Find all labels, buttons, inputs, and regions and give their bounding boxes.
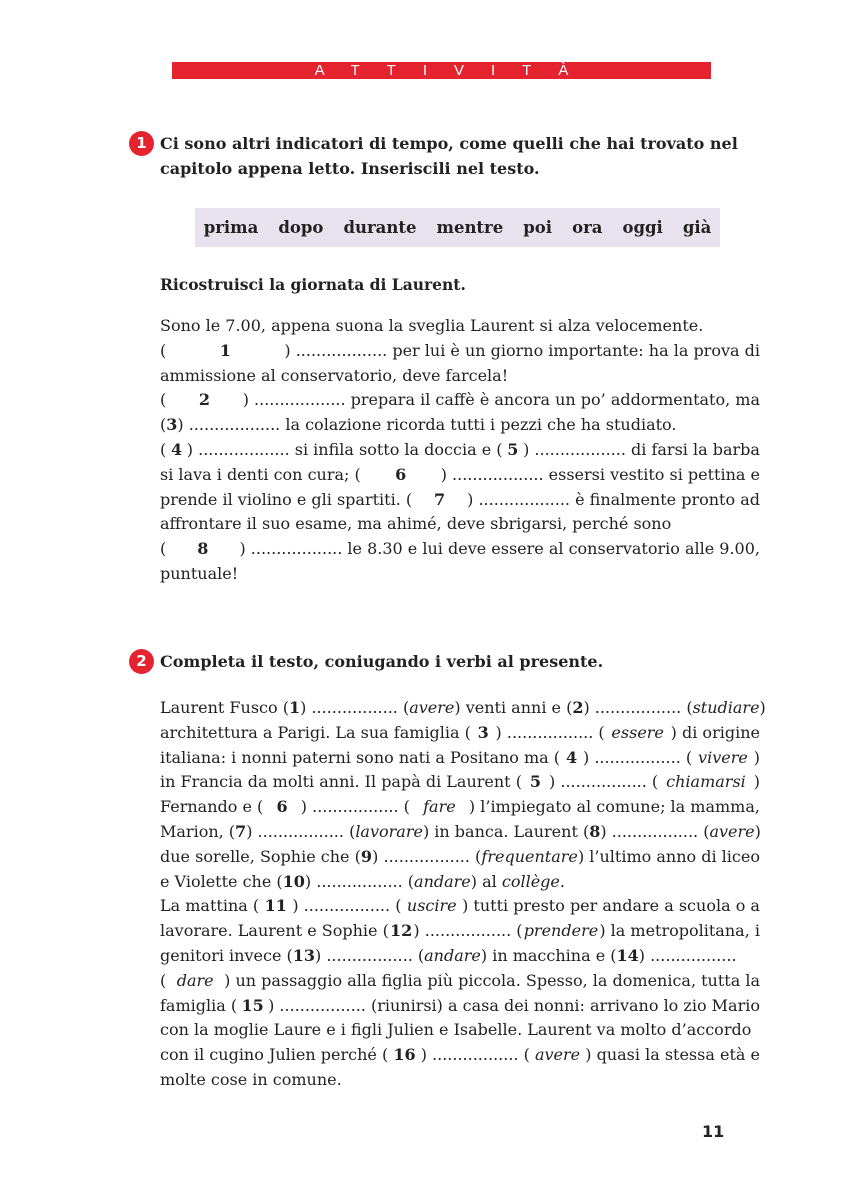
exercise-1-text-line: (8) .................. le 8.30 e lui dev… <box>160 539 760 559</box>
word-bank-item: ora <box>572 218 603 237</box>
exercise-2-text-line: Laurent Fusco (1) ................. (ave… <box>160 698 766 717</box>
exercise-1-number-badge: 1 <box>129 131 154 156</box>
exercise-1-text-line: si lava i denti con cura; (6) ..........… <box>160 464 760 484</box>
activity-banner: ATTIVITÀ <box>172 62 711 79</box>
exercise-1-text-line: puntuale! <box>160 563 239 583</box>
exercise-1-text-line: (1) .................. per lui è un gior… <box>160 340 760 360</box>
exercise-2-text-line: molte cose in comune. <box>160 1069 342 1089</box>
word-bank-item: durante <box>343 218 417 237</box>
exercise-2-text-line: La mattina (11) ................. (uscir… <box>160 896 760 916</box>
exercise-2-text-line: italiana: i nonni paterni sono nati a Po… <box>160 747 760 767</box>
exercise-1-text-line: (4) .................. si infila sotto l… <box>160 439 760 459</box>
exercise-2-text: Laurent Fusco (1) ................. (ave… <box>160 696 766 1093</box>
exercise-1-text-line: (3) .................. la colazione rico… <box>160 415 677 435</box>
exercise-1-subtitle: Ricostruisci la giornata di Laurent. <box>160 275 466 294</box>
word-bank-item: dopo <box>278 218 324 237</box>
word-bank-item: prima <box>203 218 259 237</box>
exercise-2-text-line: due sorelle, Sophie che (9) ............… <box>160 846 760 866</box>
exercise-2-text-line: con il cugino Julien perché (16) .......… <box>160 1045 760 1065</box>
exercise-1-title: Ci sono altri indicatori di tempo, come … <box>160 131 760 181</box>
exercise-2-text-line: in Francia da molti anni. Il papà di Lau… <box>160 772 760 792</box>
exercise-1-text-line: ammissione al conservatorio, deve farcel… <box>160 365 509 385</box>
exercise-2-text-line: lavorare. Laurent e Sophie (12) ........… <box>160 921 760 941</box>
exercise-2-text-line: architettura a Parigi. La sua famiglia (… <box>160 722 760 742</box>
exercise-2-text-line: (dare) un passaggio alla figlia più picc… <box>160 970 760 990</box>
exercise-1-text-line: prende il violino e gli spartiti. (7) ..… <box>160 489 760 509</box>
exercise-2-number-badge: 2 <box>129 649 154 674</box>
page-number: 11 <box>702 1122 725 1141</box>
exercise-1-text-line: Sono le 7.00, appena suona la sveglia La… <box>160 316 704 335</box>
exercise-2-text-line: genitori invece (13) ................. (… <box>160 945 737 965</box>
word-bank-item: già <box>682 218 712 237</box>
exercise-1-text-line: (2) .................. prepara il caffè … <box>160 390 760 410</box>
exercise-1-text-line: affrontare il suo esame, ma ahimé, deve … <box>160 514 672 534</box>
word-bank-item: oggi <box>622 218 663 237</box>
exercise-2-text-line: con la moglie Laure e i figli Julien e I… <box>160 1020 752 1040</box>
word-bank-item: mentre <box>436 218 504 237</box>
exercise-2-text-line: Marion, (7) ................. (lavorare)… <box>160 821 761 841</box>
exercise-1-title-line1: Ci sono altri indicatori di tempo, come … <box>160 134 738 153</box>
exercise-2-text-line: famiglia (15) ................. (riunirs… <box>160 995 760 1015</box>
word-bank-item: poi <box>523 218 553 237</box>
word-bank: prima dopo durante mentre poi ora oggi g… <box>195 208 720 247</box>
exercise-1-text: Sono le 7.00, appena suona la sveglia La… <box>160 314 760 587</box>
exercise-2-title: Completa il testo, coniugando i verbi al… <box>160 652 604 671</box>
exercise-2-text-line: e Violette che (10) ................. (a… <box>160 871 565 891</box>
exercise-1-title-line2: capitolo appena letto. Inseriscili nel t… <box>160 159 540 178</box>
exercise-2-text-line: Fernando e (6) ................. (fare) … <box>160 797 760 817</box>
